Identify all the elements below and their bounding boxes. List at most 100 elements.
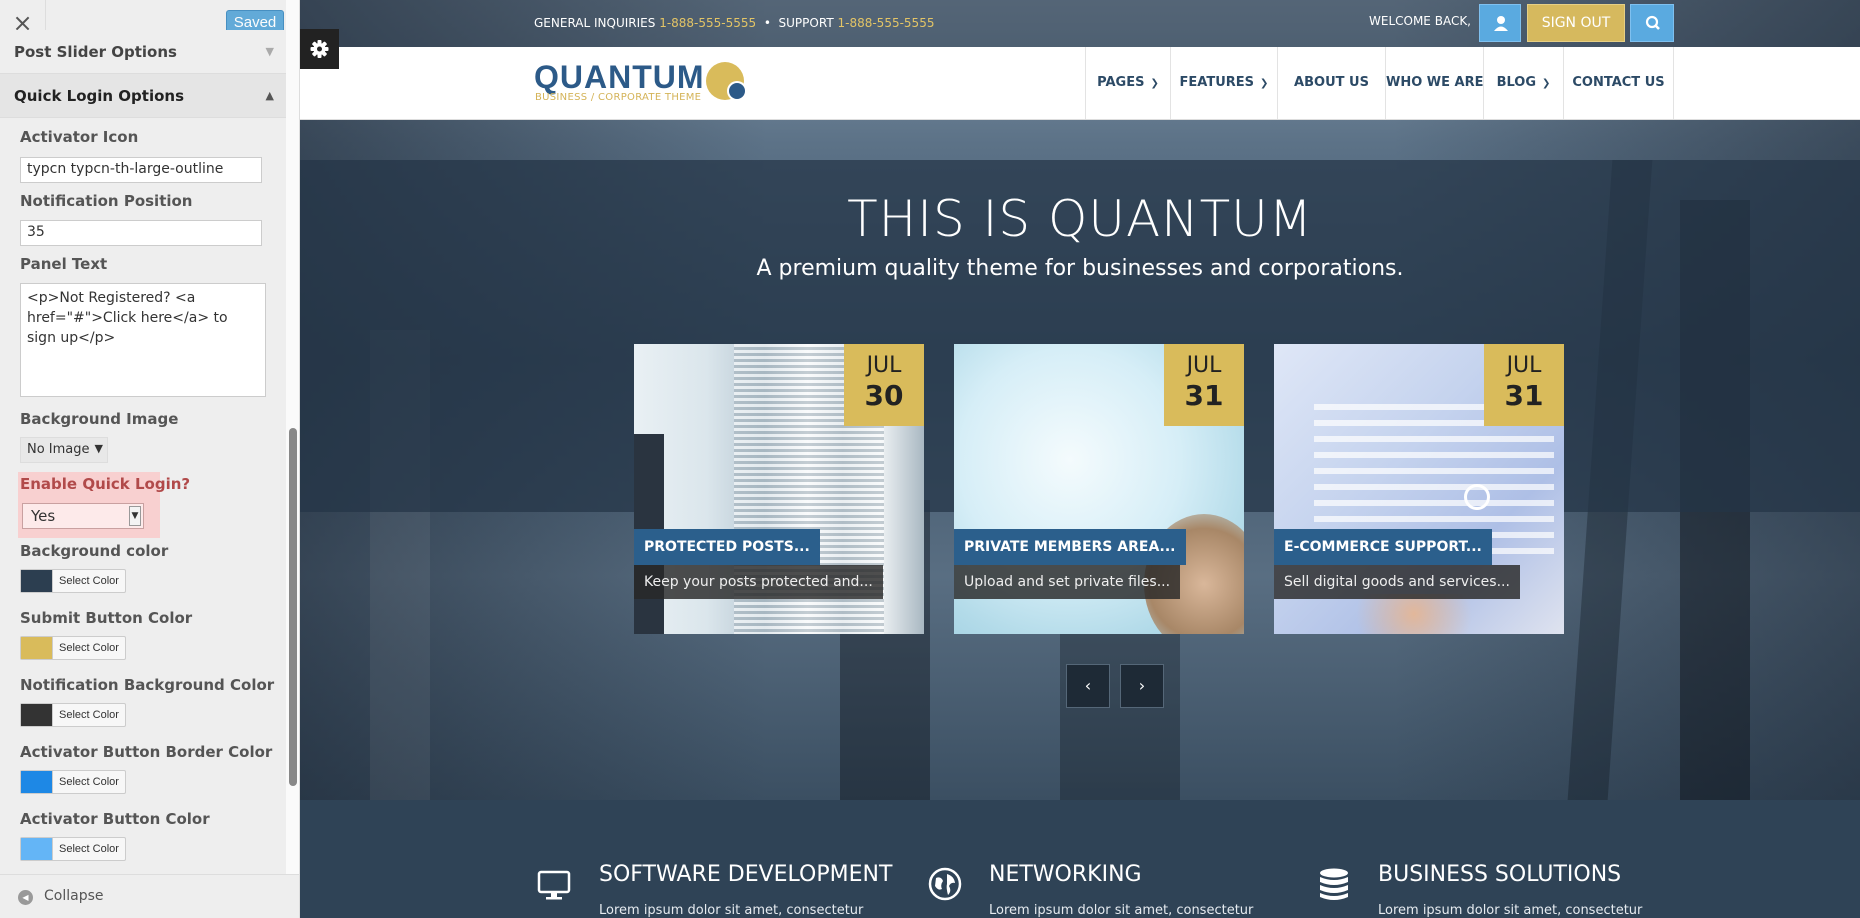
activator-button-border-color-label: Activator Button Border Color	[20, 743, 273, 761]
monitor-icon	[537, 870, 571, 900]
nav-label: FEATURES	[1179, 75, 1255, 90]
globe-icon	[928, 867, 962, 901]
post-month: JUL	[1506, 353, 1542, 378]
activator-button-color-label: Activator Button Color	[20, 810, 210, 828]
post-month: JUL	[1186, 353, 1222, 378]
chevron-down-icon: ❯	[1260, 78, 1269, 89]
background-color-picker[interactable]: Select Color	[20, 569, 126, 593]
gear-icon	[310, 40, 329, 58]
color-swatch	[21, 637, 52, 659]
hero-subtitle: A premium quality theme for businesses a…	[756, 256, 1404, 281]
notification-background-color-picker[interactable]: Select Color	[20, 703, 126, 727]
activator-button-border-color-picker[interactable]: Select Color	[20, 770, 126, 794]
notification-position-input[interactable]: 35	[20, 220, 262, 246]
select-value: No Image	[27, 442, 90, 457]
post-card[interactable]: JUL 30 PROTECTED POSTS... Keep your post…	[634, 344, 924, 634]
section-quick-login-options[interactable]: Quick Login Options ▲	[0, 74, 286, 118]
dropdown-arrow-icon: ▼	[129, 506, 141, 526]
section-label: Post Slider Options	[14, 43, 177, 61]
service-text: Lorem ipsum dolor sit amet, consectetur	[989, 903, 1254, 918]
site-preview: GENERAL INQUIRIES 1-888-555-5555 • SUPPO…	[300, 0, 1860, 918]
logo-name[interactable]: QUANTUM	[534, 59, 705, 96]
caret-down-icon: ▼	[94, 442, 103, 455]
nav-contact-us[interactable]: CONTACT US	[1563, 47, 1673, 119]
post-card[interactable]: JUL 31 PRIVATE MEMBERS AREA... Upload an…	[954, 344, 1244, 634]
panel-text-textarea[interactable]: <p>Not Registered? <a href="#">Click her…	[20, 283, 266, 397]
chevron-down-icon: ❯	[1542, 78, 1551, 89]
color-swatch	[21, 704, 52, 726]
post-date-badge: JUL 31	[1164, 344, 1244, 426]
nav-blog[interactable]: BLOG ❯	[1483, 47, 1563, 119]
select-color-button[interactable]: Select Color	[52, 704, 125, 726]
color-swatch	[21, 771, 52, 793]
user-icon	[1494, 16, 1508, 31]
general-phone[interactable]: 1-888-555-5555	[659, 16, 756, 30]
post-day: 31	[1184, 379, 1224, 412]
slider-prev-button[interactable]: ‹	[1066, 664, 1110, 708]
main-navbar: QUANTUM BUSINESS / CORPORATE THEME PAGES…	[300, 47, 1860, 120]
settings-toggle-button[interactable]	[300, 29, 339, 69]
collapse-button[interactable]: ◀ Collapse	[0, 874, 299, 918]
post-day: 30	[864, 379, 904, 412]
post-title[interactable]: PROTECTED POSTS...	[634, 529, 820, 565]
activator-icon-input[interactable]: typcn typcn-th-large-outline	[20, 157, 262, 183]
services-section	[300, 800, 1860, 918]
general-inquiries-label: GENERAL INQUIRIES	[534, 16, 656, 30]
enable-quick-login-label: Enable Quick Login?	[20, 475, 191, 493]
logo-tagline: BUSINESS / CORPORATE THEME	[535, 92, 702, 103]
post-day: 31	[1504, 379, 1544, 412]
color-swatch	[21, 570, 52, 592]
select-color-button[interactable]: Select Color	[52, 838, 125, 860]
nav-label: ABOUT US	[1294, 75, 1369, 90]
nav-who-we-are[interactable]: WHO WE ARE	[1385, 47, 1484, 119]
post-title[interactable]: PRIVATE MEMBERS AREA...	[954, 529, 1186, 565]
chevron-down-icon: ❯	[1150, 78, 1159, 89]
support-label: SUPPORT	[778, 16, 834, 30]
post-excerpt: Keep your posts protected and...	[634, 565, 883, 599]
service-text: Lorem ipsum dolor sit amet, consectetur	[599, 903, 864, 918]
nav-pages[interactable]: PAGES ❯	[1085, 47, 1170, 119]
hero-title: THIS IS QUANTUM	[847, 190, 1313, 248]
submit-button-color-label: Submit Button Color	[20, 609, 193, 627]
select-value: Yes	[31, 507, 56, 525]
color-swatch	[21, 838, 52, 860]
contact-info: GENERAL INQUIRIES 1-888-555-5555 • SUPPO…	[534, 16, 934, 30]
nav-features[interactable]: FEATURES ❯	[1170, 47, 1277, 119]
nav-label: PAGES	[1097, 75, 1145, 90]
select-color-button[interactable]: Select Color	[52, 637, 125, 659]
support-phone[interactable]: 1-888-555-5555	[837, 16, 934, 30]
collapse-arrow-icon: ◀	[18, 890, 33, 905]
scrollbar-thumb[interactable]	[289, 428, 297, 786]
post-excerpt: Upload and set private files...	[954, 565, 1181, 599]
chevron-down-icon: ▼	[265, 45, 274, 58]
post-excerpt: Sell digital goods and services...	[1274, 565, 1520, 599]
separator: •	[763, 16, 771, 30]
notification-background-color-label: Notification Background Color	[20, 676, 275, 694]
user-button[interactable]	[1479, 4, 1521, 42]
nav-label: CONTACT US	[1572, 75, 1665, 90]
activator-button-color-picker[interactable]: Select Color	[20, 837, 126, 861]
logo-mark-icon	[706, 62, 747, 101]
sign-out-button[interactable]: SIGN OUT	[1527, 4, 1625, 42]
enable-quick-login-select[interactable]: Yes ▼	[22, 503, 144, 529]
database-icon	[1320, 868, 1348, 900]
post-month: JUL	[866, 353, 902, 378]
customizer-panel: × Saved Post Slider Options ▼ Quick Logi…	[0, 0, 300, 918]
select-color-button[interactable]: Select Color	[52, 771, 125, 793]
welcome-text: WELCOME BACK,	[1369, 14, 1471, 28]
service-title: NETWORKING	[989, 862, 1142, 887]
post-card[interactable]: JUL 31 E-COMMERCE SUPPORT... Sell digita…	[1274, 344, 1564, 634]
search-button[interactable]	[1630, 4, 1674, 42]
section-post-slider-options[interactable]: Post Slider Options ▼	[0, 30, 286, 74]
nav-about-us[interactable]: ABOUT US	[1277, 47, 1385, 119]
chevron-up-icon: ▲	[265, 89, 274, 102]
select-color-button[interactable]: Select Color	[52, 570, 125, 592]
post-title[interactable]: E-COMMERCE SUPPORT...	[1274, 529, 1492, 565]
background-image-select[interactable]: No Image ▼	[20, 437, 108, 463]
activator-icon-label: Activator Icon	[20, 128, 139, 146]
submit-button-color-picker[interactable]: Select Color	[20, 636, 126, 660]
service-title: BUSINESS SOLUTIONS	[1378, 862, 1622, 887]
nav-label: WHO WE ARE	[1386, 75, 1484, 90]
top-bar: GENERAL INQUIRIES 1-888-555-5555 • SUPPO…	[300, 0, 1860, 47]
slider-next-button[interactable]: ›	[1120, 664, 1164, 708]
